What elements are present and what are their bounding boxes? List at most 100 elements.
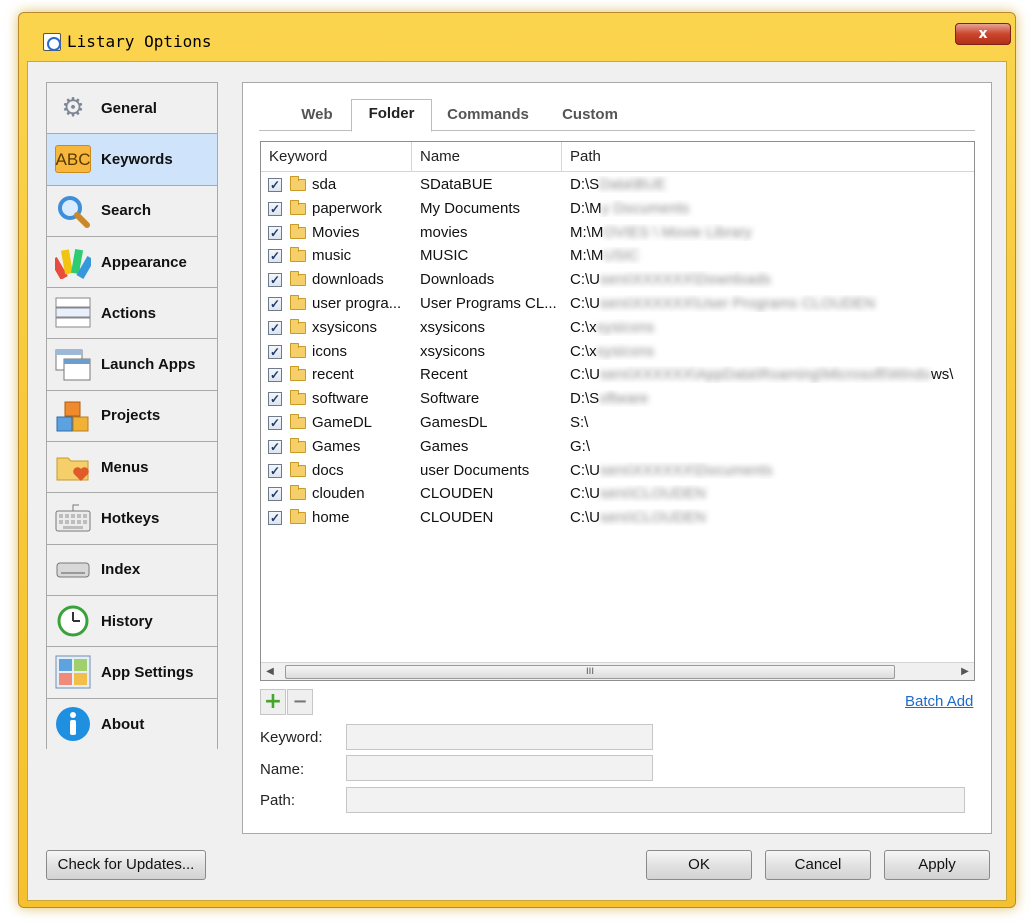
scroll-left-icon[interactable]: ◀ [261,663,279,680]
batch-add-link[interactable]: Batch Add [905,693,973,710]
table-row[interactable]: ✓ paperwork My Documents D:\My Documents [261,198,974,222]
sidebar-item-actions[interactable]: Actions [47,288,217,340]
row-keyword: paperwork [312,199,383,217]
row-name: Downloads [420,271,495,289]
row-path: C:\xsysicons [570,319,970,336]
row-path-redacted: sers\CLOUDEN [600,509,706,527]
sidebar-item-menus[interactable]: Menus [47,442,217,494]
row-checkbox[interactable]: ✓ [268,225,282,240]
palette-icon [55,244,91,280]
folder-heart-icon [55,449,91,485]
table-row[interactable]: ✓ software Software D:\Software [261,388,974,412]
ok-button[interactable]: OK [646,850,752,880]
row-keyword: clouden [312,485,365,503]
scroll-right-icon[interactable]: ▶ [956,663,974,680]
row-path-visible: C:\U [570,271,600,289]
sidebar-item-label: About [101,715,145,733]
check-for-updates-button[interactable]: Check for Updates... [46,850,206,880]
folder-icon [290,199,306,215]
table-row[interactable]: ✓ GameDL GamesDL S:\ [261,412,974,436]
close-button[interactable]: x [955,23,1011,45]
path-field[interactable] [346,787,965,813]
row-checkbox[interactable]: ✓ [268,463,282,478]
row-checkbox[interactable]: ✓ [268,344,282,359]
row-name: CLOUDEN [420,485,494,503]
sidebar-item-appearance[interactable]: Appearance [47,236,217,289]
row-checkbox[interactable]: ✓ [268,439,282,454]
row-checkbox[interactable]: ✓ [268,296,282,311]
tab-custom[interactable]: Custom [553,101,627,131]
row-checkbox[interactable]: ✓ [268,487,282,502]
row-path: C:\xsysicons [570,343,970,360]
row-name: xsysicons [420,318,486,336]
row-name: xsysicons [420,342,486,360]
row-keyword: recent [312,366,354,384]
folder-icon [290,366,306,382]
row-checkbox[interactable]: ✓ [268,249,282,264]
table-row[interactable]: ✓ Movies movies M:\MOVIES \ Movie Library [261,222,974,246]
folder-icon [290,294,306,310]
row-checkbox[interactable]: ✓ [268,201,282,216]
windows-icon [55,347,91,383]
row-checkbox[interactable]: ✓ [268,511,282,526]
tab-folder[interactable]: Folder [351,99,432,132]
table-row[interactable]: ✓ home CLOUDEN C:\Users\CLOUDEN [261,507,974,531]
row-path: C:\Users\CLOUDEN [570,485,970,502]
row-path: D:\SData\BUE [570,176,970,193]
table-row[interactable]: ✓ icons xsysicons C:\xsysicons [261,341,974,365]
sidebar-item-index[interactable]: Index [47,544,217,596]
row-keyword: user progra... [312,294,402,312]
table-row[interactable]: ✓ recent Recent C:\Users\XXXXXX\AppData\Roa… [261,364,974,388]
row-path-redacted: sers\XXXXXX\User Programs CLOUDEN [600,294,876,312]
sidebar-item-launch-apps[interactable]: Launch Apps [47,339,217,391]
name-field[interactable] [346,755,653,781]
table-row[interactable]: ✓ music MUSIC M:\MUSIC [261,245,974,269]
row-checkbox[interactable]: ✓ [268,415,282,430]
column-path[interactable]: Path [562,142,974,172]
table-row[interactable]: ✓ clouden CLOUDEN C:\Users\CLOUDEN [261,483,974,507]
tab-strip: Web Folder Commands Custom [259,99,975,132]
row-path: D:\My Documents [570,200,970,217]
sidebar-item-projects[interactable]: Projects [47,390,217,443]
table-row[interactable]: ✓ user progra... User Programs CL... C:\Use… [261,293,974,317]
table-row[interactable]: ✓ downloads Downloads C:\Users\XXXXXX\Downl… [261,269,974,293]
table-row[interactable]: ✓ docs user Documents C:\Users\XXXXXX\Docum… [261,460,974,484]
row-checkbox[interactable]: ✓ [268,368,282,383]
sidebar-item-hotkeys[interactable]: Hotkeys [47,493,217,545]
add-keyword-button[interactable]: + [260,689,286,715]
scroll-thumb[interactable]: III [285,665,895,679]
sidebar: ⚙ General ABC Keywords Search Appearance [46,82,218,750]
table-row[interactable]: ✓ Games Games G:\ [261,436,974,460]
sidebar-item-search[interactable]: Search [47,185,217,237]
row-path-redacted: y Documents [601,199,690,217]
sidebar-item-label: Appearance [101,253,187,271]
row-name: Recent [420,366,468,384]
horizontal-scrollbar[interactable]: ◀ III ▶ [261,662,974,680]
row-path-visible: D:\S [570,390,600,408]
folder-icon [290,318,306,334]
cancel-button[interactable]: Cancel [765,850,871,880]
tab-web[interactable]: Web [287,101,347,131]
row-checkbox[interactable]: ✓ [268,273,282,288]
sidebar-item-history[interactable]: History [47,595,217,648]
folder-icon [290,223,306,239]
sidebar-item-about[interactable]: About [47,698,217,750]
table-row[interactable]: ✓ xsysicons xsysicons C:\xsysicons [261,317,974,341]
keywords-panel: Web Folder Commands Custom Keyword Name … [242,82,992,834]
folder-icon [290,413,306,429]
column-keyword[interactable]: Keyword [261,142,412,172]
sidebar-item-general[interactable]: ⚙ General [47,83,217,135]
row-checkbox[interactable]: ✓ [268,320,282,335]
keyword-field[interactable] [346,724,653,750]
row-checkbox[interactable]: ✓ [268,392,282,407]
apply-button[interactable]: Apply [884,850,990,880]
row-checkbox[interactable]: ✓ [268,178,282,192]
table-row[interactable]: ✓ sda SDataBUE D:\SData\BUE [261,174,974,198]
sidebar-item-keywords[interactable]: ABC Keywords [47,134,217,186]
column-name[interactable]: Name [412,142,562,172]
remove-keyword-button[interactable]: − [287,689,313,715]
row-keyword: sda [312,176,337,193]
row-keyword: xsysicons [312,318,378,336]
tab-commands[interactable]: Commands [441,101,535,131]
sidebar-item-app-settings[interactable]: App Settings [47,647,217,699]
